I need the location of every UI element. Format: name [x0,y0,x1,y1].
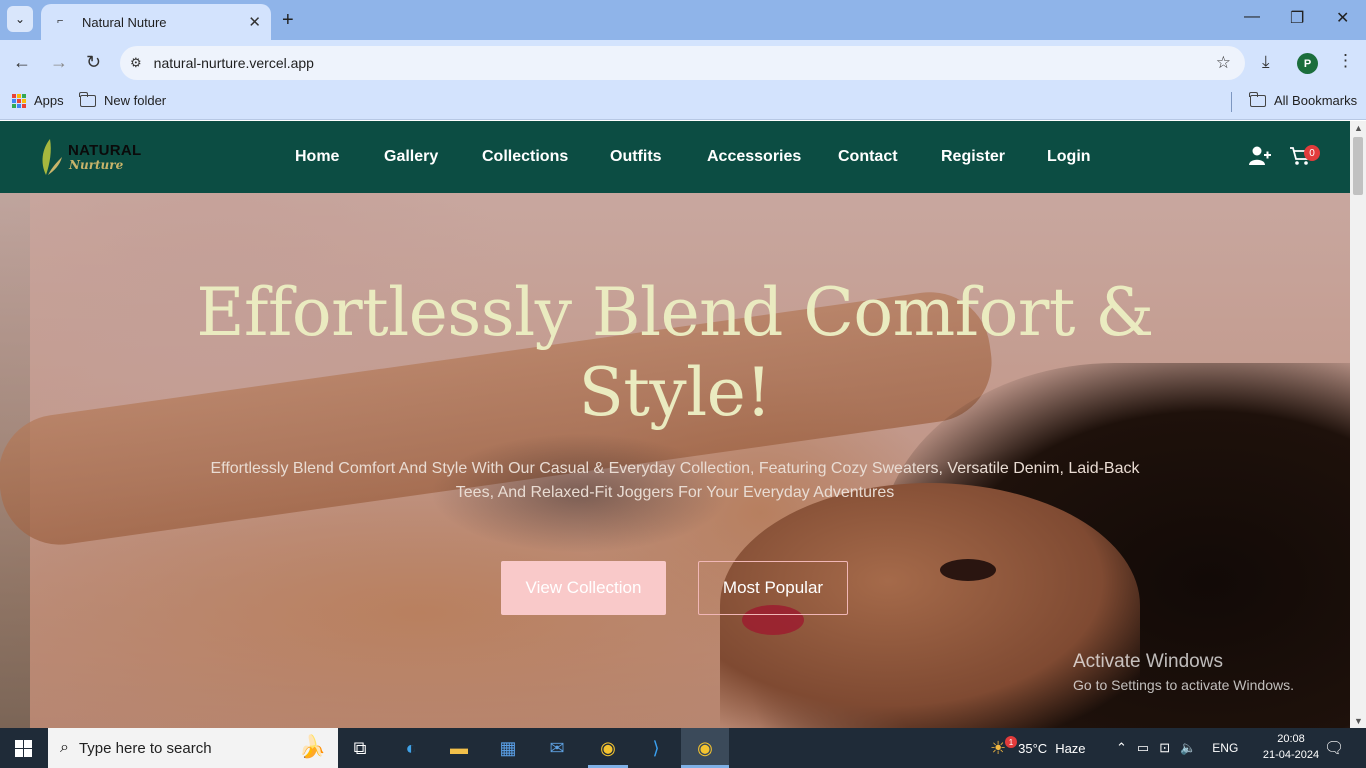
hero-title: Effortlessly Blend Comfort & Style! [196,274,1154,431]
file-explorer-icon[interactable]: ▬ [445,734,473,762]
forward-icon[interactable]: → [50,52,68,73]
task-view-icon[interactable]: ⧉ [346,734,374,762]
weather-condition: Haze [1055,740,1086,756]
profile-avatar[interactable]: P [1297,53,1318,74]
scrollbar-thumb[interactable] [1353,137,1363,195]
chevron-down-icon: ⌄ [14,12,26,26]
scroll-up-icon[interactable]: ▲ [1354,123,1363,133]
close-window-icon[interactable]: ✕ [1336,8,1349,28]
favicon-icon: ⌐ [57,15,64,27]
bookmarks-separator [1231,92,1232,112]
hero-image-eye [940,559,996,581]
cart-count-badge: 0 [1304,145,1320,161]
watermark-line1: Activate Windows [1073,651,1223,672]
back-icon[interactable]: ← [13,52,31,73]
bookmark-apps[interactable]: Apps [12,93,64,108]
chrome-profile-icon[interactable]: ◉ [691,734,719,762]
clock[interactable]: 20:08 21-04-2024 [1261,731,1321,763]
view-collection-button[interactable]: View Collection [501,561,666,615]
nav-collections[interactable]: Collections [482,148,568,166]
notifications-icon[interactable]: 🗨 [1324,728,1344,768]
network-icon[interactable]: ⊡ [1159,740,1170,756]
address-bar-row: ← → ↻ ⚙ natural-nurture.vercel.app ☆ ⤓ P… [0,40,1366,86]
tab-search-button[interactable]: ⌄ [7,6,33,32]
logo-line1: NATURAL [68,142,142,159]
most-popular-button[interactable]: Most Popular [698,561,848,615]
nav-contact[interactable]: Contact [838,148,898,166]
edge-browser-icon[interactable]: ◐ [397,734,425,762]
activate-windows-watermark: Activate Windows Go to Settings to activ… [1073,651,1294,693]
bookmarks-bar: Apps New folder All Bookmarks [0,86,1366,120]
nav-accessories[interactable]: Accessories [707,148,801,166]
microsoft-store-icon[interactable]: ▦ [494,734,522,762]
minimize-icon[interactable]: — [1244,8,1260,26]
browser-tab[interactable]: ⌐ Natural Nuture ✕ [41,4,271,40]
mail-icon[interactable]: ✉ [543,734,571,762]
hero-section: Effortlessly Blend Comfort & Style! Effo… [0,193,1350,728]
tab-title: Natural Nuture [82,14,167,30]
vscode-icon[interactable]: ⟩ [642,734,670,762]
language-indicator[interactable]: ENG [1212,741,1238,755]
taskbar-search[interactable]: ⌕ Type here to search 🍌 [48,728,338,768]
bookmark-apps-label: Apps [34,93,64,108]
folder-icon [79,91,96,107]
windows-start-icon[interactable] [15,740,32,757]
leaf-logo-icon [42,139,62,175]
taskbar-search-placeholder: Type here to search [78,739,212,757]
apps-grid-icon [12,93,26,108]
bookmark-new-folder-label: New folder [104,93,167,108]
folder-icon [1249,91,1266,107]
site-header: NATURAL Nurture Home Gallery Collections… [0,121,1350,193]
omnibox[interactable]: ⚙ natural-nurture.vercel.app ☆ [120,46,1245,80]
nav-login[interactable]: Login [1047,148,1091,166]
weather-badge: 1 [1005,736,1017,748]
brand-logo[interactable]: NATURAL Nurture [38,135,148,179]
logo-line2: Nurture [69,158,124,172]
weather-icon: ☀ [990,737,1007,758]
download-icon[interactable]: ⤓ [1262,52,1270,72]
browser-tab-strip: ⌄ ⌐ Natural Nuture ✕ + — ❐ ✕ [0,0,1366,40]
more-menu-icon[interactable]: ⋮ [1337,51,1354,71]
clock-time: 20:08 [1277,733,1305,745]
page-scrollbar[interactable]: ▲ ▼ [1350,121,1366,728]
windows-taskbar: ⌕ Type here to search 🍌 ⧉ ◐ ▬ ▦ ✉ ◉ ⟩ ◉ … [0,728,1366,768]
search-icon: ⌕ [60,739,69,756]
hero-subtitle: Effortlessly Blend Comfort And Style Wit… [210,460,1140,501]
user-plus-icon[interactable] [1249,146,1271,166]
nav-outfits[interactable]: Outfits [610,148,662,166]
search-highlight-icon: 🍌 [298,734,326,759]
nav-register[interactable]: Register [941,148,1005,166]
restore-icon[interactable]: ❐ [1290,8,1304,28]
bookmark-all-label: All Bookmarks [1274,93,1358,108]
bookmark-new-folder[interactable]: New folder [79,91,167,108]
chevron-up-icon[interactable]: ⌃ [1116,740,1127,756]
close-tab-icon[interactable]: ✕ [248,13,261,31]
bookmark-star-icon[interactable]: ☆ [1216,53,1231,73]
clock-date: 21-04-2024 [1262,749,1320,761]
nav-home[interactable]: Home [295,148,339,166]
volume-icon[interactable]: 🔈 [1180,740,1196,756]
chrome-icon[interactable]: ◉ [594,734,622,762]
system-tray: ⌃ ▭ ⊡ 🔈 ENG [1116,728,1238,768]
watermark-line2: Go to Settings to activate Windows. [1073,677,1294,693]
scroll-down-icon[interactable]: ▼ [1354,716,1363,726]
website-viewport: NATURAL Nurture Home Gallery Collections… [0,121,1350,728]
weather-widget[interactable]: ☀ 35°C Haze [990,728,1086,768]
device-icon[interactable]: ▭ [1137,740,1149,756]
url-text[interactable]: natural-nurture.vercel.app [154,55,314,71]
bookmark-all[interactable]: All Bookmarks [1249,91,1358,108]
nav-gallery[interactable]: Gallery [384,148,438,166]
weather-temp: 35°C [1018,740,1048,756]
site-info-icon[interactable]: ⚙ [130,55,142,71]
reload-icon[interactable]: ↻ [86,52,101,73]
new-tab-button[interactable]: + [282,9,294,32]
